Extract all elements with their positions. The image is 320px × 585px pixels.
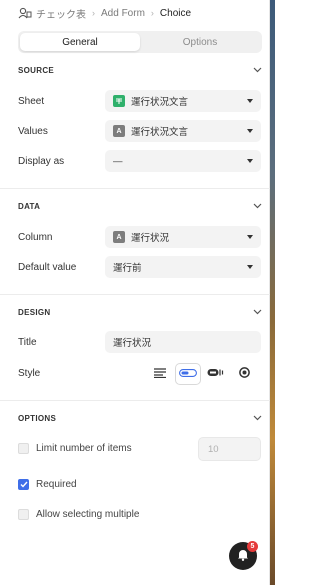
allow-multiple-option[interactable]: Allow selecting multiple xyxy=(18,509,139,520)
title-label: Title xyxy=(18,337,37,348)
title-input[interactable]: 運行状況 xyxy=(105,331,261,353)
style-radio-button[interactable] xyxy=(232,364,256,384)
section-options-header[interactable]: OPTIONS xyxy=(18,411,262,425)
section-source-header[interactable]: SOURCE xyxy=(18,63,262,77)
caret-down-icon xyxy=(247,235,253,239)
display-as-select[interactable]: — xyxy=(105,150,261,172)
style-label: Style xyxy=(18,368,41,379)
text-column-icon: A xyxy=(113,125,125,137)
section-data-header[interactable]: DATA xyxy=(18,199,262,213)
divider xyxy=(0,294,270,295)
sheet-label: Sheet xyxy=(18,96,45,107)
radio-icon xyxy=(238,367,250,381)
caret-down-icon xyxy=(247,129,253,133)
choice-settings-panel: チェック表 › Add Form › Choice General Option… xyxy=(0,0,270,585)
values-value: 運行状況文言 xyxy=(131,127,189,138)
allow-multiple-label: Allow selecting multiple xyxy=(36,509,140,520)
breadcrumb-current: Choice xyxy=(159,7,192,19)
values-label: Values xyxy=(18,126,48,137)
section-title: DESIGN xyxy=(18,307,51,317)
column-value: 運行状況 xyxy=(131,233,170,244)
bell-icon xyxy=(237,548,249,564)
breadcrumb-separator: › xyxy=(92,8,95,18)
style-switch-button[interactable] xyxy=(204,364,228,384)
column-select[interactable]: A 運行状況 xyxy=(105,226,261,248)
sheet-select[interactable]: 運行状況文言 xyxy=(105,90,261,112)
style-pill-button[interactable] xyxy=(176,364,200,384)
caret-down-icon xyxy=(247,265,253,269)
default-value-select[interactable]: 運行前 xyxy=(105,256,261,278)
style-list-button[interactable] xyxy=(148,364,172,384)
chevron-down-icon[interactable] xyxy=(252,65,262,75)
app-icon xyxy=(18,7,32,19)
default-value-label: Default value xyxy=(18,262,77,273)
section-title: SOURCE xyxy=(18,65,55,75)
chevron-down-icon[interactable] xyxy=(252,307,262,317)
limit-items-value: 10 xyxy=(208,443,219,455)
toggle-switch-icon xyxy=(207,368,225,380)
list-icon xyxy=(153,367,167,381)
tab-options[interactable]: Options xyxy=(140,33,260,51)
required-checkbox[interactable] xyxy=(18,479,29,490)
style-selector xyxy=(148,363,256,385)
tab-bar: General Options xyxy=(18,31,262,53)
section-title: OPTIONS xyxy=(18,413,57,423)
caret-down-icon xyxy=(247,99,253,103)
sheet-value: 運行状況文言 xyxy=(131,97,189,108)
values-select[interactable]: A 運行状況文言 xyxy=(105,120,261,142)
required-option[interactable]: Required xyxy=(18,479,77,490)
breadcrumb-separator: › xyxy=(150,8,154,18)
breadcrumb-app[interactable]: チェック表 xyxy=(36,6,86,21)
display-as-label: Display as xyxy=(18,156,65,167)
column-label: Column xyxy=(18,232,53,243)
limit-items-option[interactable]: Limit number of items xyxy=(18,443,132,454)
limit-items-input[interactable]: 10 xyxy=(198,437,261,461)
section-design-header[interactable]: DESIGN xyxy=(18,305,262,319)
title-value: 運行状況 xyxy=(113,338,152,349)
tab-general[interactable]: General xyxy=(20,33,140,51)
default-value: 運行前 xyxy=(113,263,142,274)
divider xyxy=(0,188,270,189)
sheet-icon xyxy=(113,95,125,107)
section-title: DATA xyxy=(18,201,41,211)
limit-items-checkbox[interactable] xyxy=(18,443,29,454)
allow-multiple-checkbox[interactable] xyxy=(18,509,29,520)
caret-down-icon xyxy=(247,159,253,163)
notification-badge: 5 xyxy=(247,541,258,552)
chevron-down-icon[interactable] xyxy=(252,413,262,423)
background-strip xyxy=(270,0,275,585)
text-column-icon: A xyxy=(113,231,125,243)
required-label: Required xyxy=(36,479,77,490)
breadcrumb-form[interactable]: Add Form xyxy=(101,8,145,19)
display-as-value: — xyxy=(113,155,123,167)
toggle-pill-icon xyxy=(179,368,197,380)
divider xyxy=(0,400,270,401)
limit-items-label: Limit number of items xyxy=(36,443,132,454)
chevron-down-icon[interactable] xyxy=(252,201,262,211)
breadcrumb: チェック表 › Add Form › Choice xyxy=(18,6,192,21)
